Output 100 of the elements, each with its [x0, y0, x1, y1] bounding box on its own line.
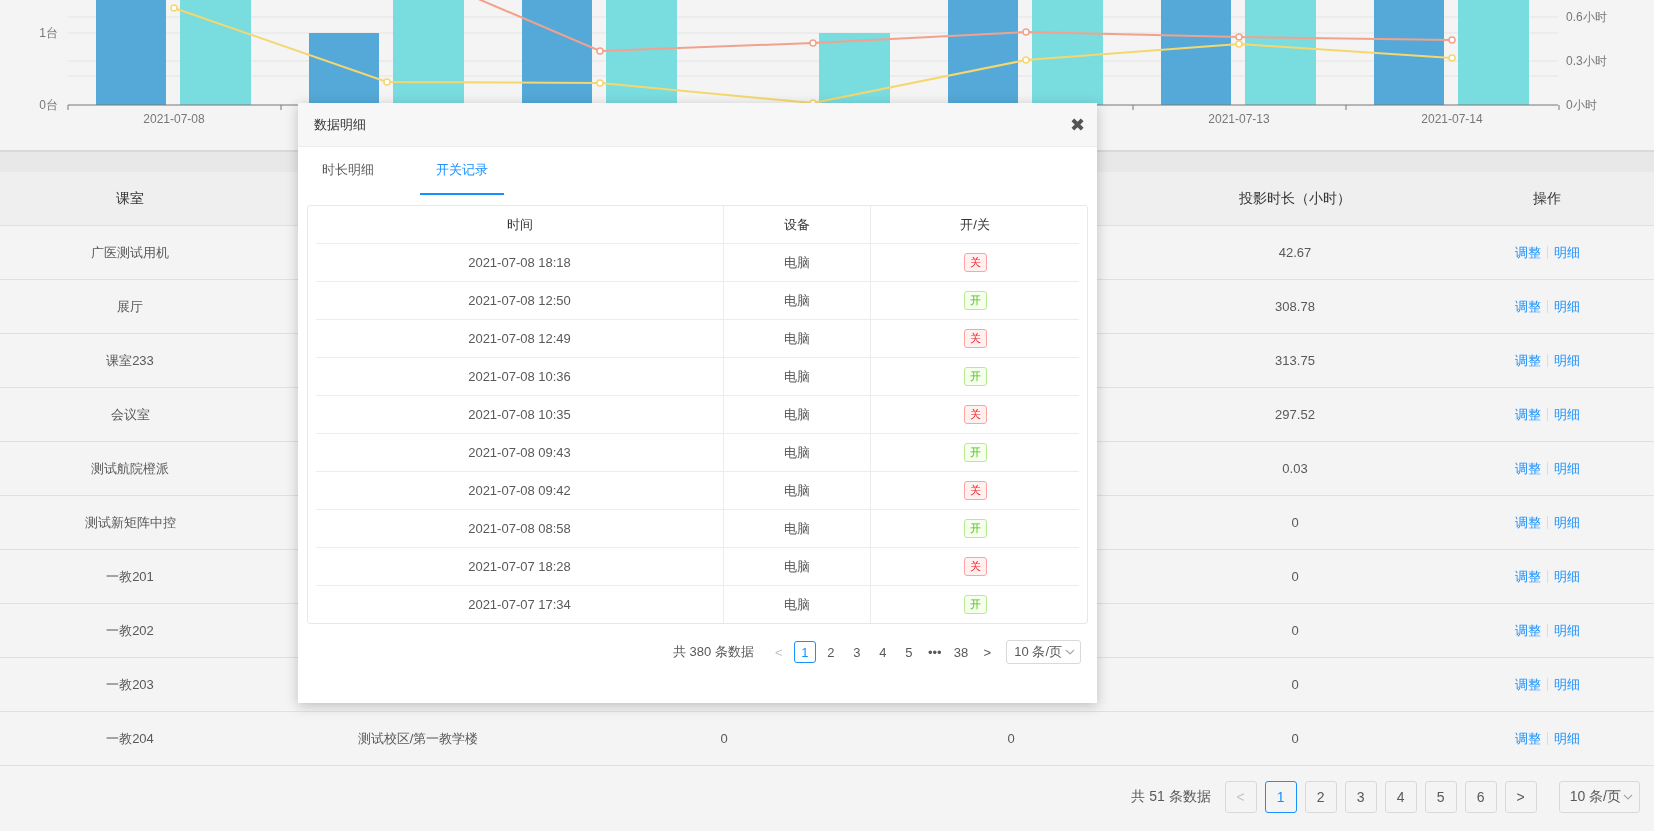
action-link[interactable]: 明细	[1553, 675, 1580, 694]
action-link[interactable]: 调整	[1514, 513, 1541, 532]
page-button[interactable]: 1	[793, 641, 816, 663]
page-button[interactable]: 4	[871, 641, 894, 663]
action-link[interactable]: 明细	[1553, 729, 1580, 748]
status-tag: 关	[963, 253, 987, 272]
table-cell-text: 测试新矩阵中控	[83, 513, 177, 532]
chevron-down-icon	[1065, 648, 1075, 656]
action-link[interactable]: 明细	[1553, 567, 1580, 586]
table-cell: 电脑	[724, 358, 871, 395]
axis-label: 2021-07-13	[1208, 112, 1270, 126]
chart-point	[383, 78, 391, 86]
table-cell-text: 测试航院橙派	[90, 459, 170, 478]
table-cell-text: 0	[1290, 677, 1300, 692]
action-link[interactable]: 明细	[1553, 513, 1580, 532]
action-link[interactable]: 调整	[1514, 459, 1541, 478]
table-cell-text: 测试校区/第一教学楼	[356, 729, 480, 748]
total-count: 共 51 条数据	[1131, 788, 1211, 806]
axis-label: 0.6小时	[1566, 10, 1607, 24]
table-cell: 2021-07-08 12:49	[316, 320, 724, 357]
page-button[interactable]: 2	[1304, 781, 1337, 813]
action-link[interactable]: 明细	[1553, 297, 1580, 316]
action-link[interactable]: 调整	[1514, 675, 1541, 694]
table-cell-text: 一教204	[105, 729, 155, 748]
table-cell: 电脑	[724, 472, 871, 509]
page-button[interactable]: 5	[897, 641, 920, 663]
table-cell-text: 0	[1290, 569, 1300, 584]
next-page-button[interactable]: >	[976, 641, 999, 663]
action-link[interactable]: 明细	[1553, 459, 1580, 478]
status-tag: 关	[963, 329, 987, 348]
chart-bar	[819, 33, 890, 105]
column-header: 课室	[115, 189, 145, 208]
page-button[interactable]: 3	[1344, 781, 1377, 813]
table-cell-text: 0.03	[1281, 461, 1309, 476]
action-link[interactable]: 调整	[1514, 567, 1541, 586]
column-header: 投影时长（小时）	[1238, 189, 1352, 208]
table-cell: 2021-07-08 08:58	[316, 510, 724, 547]
dialog-title: 数据明细	[314, 115, 366, 134]
page-button[interactable]: •••	[923, 641, 946, 663]
table-cell-text: 一教202	[105, 621, 155, 640]
chart-point	[809, 39, 817, 47]
page-button[interactable]: 5	[1424, 781, 1457, 813]
table-cell-text: 一教203	[105, 675, 155, 694]
total-count: 共 380 条数据	[672, 643, 754, 661]
status-tag: 开	[963, 595, 987, 614]
action-link[interactable]: 调整	[1514, 297, 1541, 316]
table-cell-text: 广医测试用机	[90, 243, 170, 262]
tab[interactable]: 时长明细	[306, 147, 390, 195]
table-cell: 电脑	[724, 548, 871, 585]
page-button[interactable]: 2	[819, 641, 842, 663]
page-button[interactable]: 4	[1384, 781, 1417, 813]
close-button[interactable]: ✖	[1070, 113, 1085, 136]
column-header: 开/关	[959, 215, 991, 234]
chart-point	[1448, 54, 1456, 62]
action-link[interactable]: 调整	[1514, 621, 1541, 640]
table-cell: 2021-07-08 10:36	[316, 358, 724, 395]
table-cell: 电脑	[724, 510, 871, 547]
table-cell-text: 297.52	[1274, 407, 1316, 422]
axis-label: 0.3小时	[1566, 54, 1607, 68]
next-page-button[interactable]: >	[1504, 781, 1537, 813]
page-size-select[interactable]: 10 条/页	[1006, 640, 1081, 664]
table-cell-text: 0	[1290, 623, 1300, 638]
chevron-down-icon	[1623, 793, 1633, 801]
action-link[interactable]: 明细	[1553, 621, 1580, 640]
column-header: 操作	[1532, 189, 1562, 208]
action-link[interactable]: 调整	[1514, 405, 1541, 424]
action-link[interactable]: 调整	[1514, 729, 1541, 748]
chart-bar	[309, 33, 379, 105]
page-size-select[interactable]: 10 条/页	[1558, 781, 1640, 813]
table-cell-text: 一教201	[105, 567, 155, 586]
table-cell: 2021-07-08 09:43	[316, 434, 724, 471]
action-link[interactable]: 明细	[1553, 243, 1580, 262]
page-button[interactable]: 3	[845, 641, 868, 663]
table-cell: 电脑	[724, 282, 871, 319]
status-tag: 开	[963, 519, 987, 538]
chart-point	[1448, 36, 1456, 44]
action-link[interactable]: 调整	[1514, 243, 1541, 262]
table-cell: 电脑	[724, 434, 871, 471]
tab[interactable]: 开关记录	[420, 147, 504, 195]
action-link[interactable]: 明细	[1553, 405, 1580, 424]
status-tag: 关	[963, 405, 987, 424]
action-link[interactable]: 明细	[1553, 351, 1580, 370]
table-cell-text: 42.67	[1277, 245, 1313, 260]
table-cell: 电脑	[724, 244, 871, 281]
page-button[interactable]: 6	[1464, 781, 1497, 813]
table-cell: 2021-07-07 17:34	[316, 586, 724, 623]
table-cell-text: 课室233	[105, 351, 155, 370]
axis-label: 2021-07-08	[143, 112, 205, 126]
table-cell-text: 0	[1006, 731, 1016, 746]
table-cell: 2021-07-07 18:28	[316, 548, 724, 585]
status-tag: 关	[963, 481, 987, 500]
axis-label: 2021-07-14	[1421, 112, 1483, 126]
chart-point	[170, 4, 178, 12]
axis-label: 0台	[39, 98, 58, 112]
status-tag: 开	[963, 291, 987, 310]
table-cell-text: 313.75	[1274, 353, 1316, 368]
page-button[interactable]: 38	[949, 641, 973, 663]
page-button[interactable]: 1	[1264, 781, 1297, 813]
action-link[interactable]: 调整	[1514, 351, 1541, 370]
table-cell: 2021-07-08 10:35	[316, 396, 724, 433]
